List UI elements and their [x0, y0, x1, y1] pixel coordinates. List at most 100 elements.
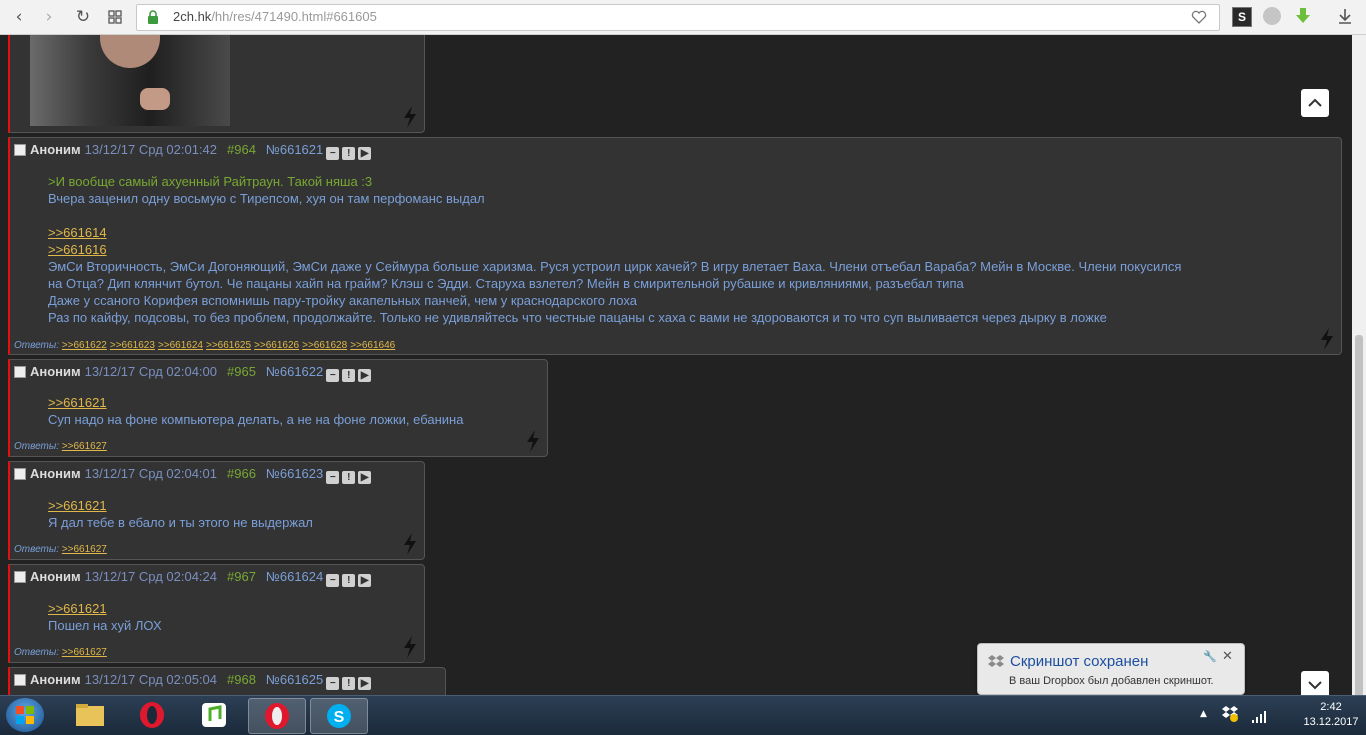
page-content: Аноним 13/12/17 Срд 02:01:42 #964 №661621−!… [0, 35, 1352, 695]
replies-list: Ответы: >>661627 [14, 441, 110, 452]
post-header: Аноним 13/12/17 Срд 02:04:24 #967 №661624−!… [30, 569, 372, 587]
apps-grid-icon[interactable] [104, 6, 126, 28]
dropbox-notification[interactable]: Скриншот сохранен В ваш Dropbox был доба… [977, 643, 1245, 695]
post: Аноним 13/12/17 Срд 02:05:04 #968 №661625−!… [8, 667, 446, 695]
close-icon[interactable]: ✕ [1222, 648, 1233, 664]
lightning-icon [1321, 328, 1333, 350]
post-author: Аноним [30, 364, 81, 379]
address-bar[interactable]: 2ch.hk/hh/res/471490.html#661605 [136, 4, 1220, 31]
hide-post-button[interactable]: − [326, 147, 340, 160]
reply-link[interactable]: >>661616 [48, 242, 107, 257]
reply-link[interactable]: >>661614 [48, 225, 107, 240]
post: Аноним 13/12/17 Срд 02:04:01 #966 №661623−!… [8, 461, 425, 560]
post-id[interactable]: №661625 [266, 672, 323, 687]
hide-post-button[interactable]: − [326, 471, 340, 484]
svg-text:S: S [334, 709, 345, 726]
post-body: >И вообще самый ахуенный Райтраун. Такой… [48, 173, 1181, 326]
reply-backlink[interactable]: >>661627 [62, 544, 107, 555]
chevron-down-icon [1308, 681, 1322, 690]
hide-post-button[interactable]: − [326, 677, 340, 690]
globe-icon[interactable] [1263, 7, 1281, 25]
settings-icon[interactable]: 🔧 [1203, 650, 1217, 663]
reply-backlink[interactable]: >>661628 [302, 340, 347, 351]
post-date: 13/12/17 Срд 02:04:00 [84, 364, 217, 379]
scrollbar-thumb[interactable] [1355, 335, 1363, 715]
post-id[interactable]: №661621 [266, 142, 323, 157]
play-post-button[interactable]: ▶ [358, 677, 372, 690]
reply-link[interactable]: >>661621 [48, 395, 107, 410]
scrollbar[interactable] [1352, 35, 1366, 715]
download-arrow-green-icon[interactable] [1294, 7, 1312, 25]
start-button[interactable] [6, 698, 44, 732]
report-post-button[interactable]: ! [342, 369, 356, 382]
taskbar: S ▲ 2:42 13.12.2017 [0, 695, 1366, 735]
lightning-icon [404, 106, 416, 128]
post-image[interactable] [30, 35, 230, 126]
extension-s-icon[interactable]: S [1232, 7, 1252, 27]
reply-backlink[interactable]: >>661624 [158, 340, 203, 351]
post-number: #964 [227, 142, 256, 157]
play-post-button[interactable]: ▶ [358, 574, 372, 587]
post-number: #967 [227, 569, 256, 584]
forward-arrow-icon[interactable]: › [38, 6, 60, 28]
post-checkbox[interactable] [14, 674, 26, 686]
play-post-button[interactable]: ▶ [358, 147, 372, 160]
post-body: >>661621 Суп надо на фоне компьютера дел… [48, 394, 463, 428]
scroll-down-button[interactable] [1301, 671, 1329, 695]
heart-icon[interactable] [1191, 10, 1207, 24]
text-line: ЭмСи Вторичность, ЭмСи Догоняющий, ЭмСи … [48, 259, 1182, 274]
clock-date: 13.12.2017 [1303, 716, 1359, 728]
reply-backlink[interactable]: >>661622 [62, 340, 107, 351]
hide-post-button[interactable]: − [326, 574, 340, 587]
reply-backlink[interactable]: >>661625 [206, 340, 251, 351]
network-signal-icon[interactable] [1252, 708, 1268, 727]
opera-active-taskbar-icon[interactable] [248, 698, 306, 734]
dropbox-tray-icon[interactable] [1222, 706, 1238, 722]
text-line: Я дал тебе в ебало и ты этого не выдержа… [48, 515, 313, 530]
reload-icon[interactable]: ↻ [72, 6, 94, 28]
report-post-button[interactable]: ! [342, 471, 356, 484]
post-id[interactable]: №661622 [266, 364, 323, 379]
post-body: >>661621 Пошел на хуй ЛОХ [48, 600, 162, 634]
post-date: 13/12/17 Срд 02:04:24 [84, 569, 217, 584]
post-header: Аноним 13/12/17 Срд 02:01:42 #964 №661621−!… [30, 142, 372, 160]
report-post-button[interactable]: ! [342, 574, 356, 587]
reply-backlink[interactable]: >>661627 [62, 441, 107, 452]
opera-taskbar-icon[interactable] [124, 698, 180, 732]
download-icon[interactable] [1337, 7, 1355, 25]
post-checkbox[interactable] [14, 366, 26, 378]
reply-backlink[interactable]: >>661623 [110, 340, 155, 351]
post-id[interactable]: №661623 [266, 466, 323, 481]
lightning-icon [404, 533, 416, 555]
post-header: Аноним 13/12/17 Срд 02:05:04 #968 №661625−!… [30, 672, 372, 690]
system-clock[interactable]: 2:42 13.12.2017 [1300, 700, 1362, 730]
url-text: 2ch.hk/hh/res/471490.html#661605 [173, 9, 377, 24]
music-player-taskbar-icon[interactable] [186, 698, 242, 732]
hide-post-button[interactable]: − [326, 369, 340, 382]
post-number: #966 [227, 466, 256, 481]
lock-icon [148, 10, 158, 24]
report-post-button[interactable]: ! [342, 147, 356, 160]
post-checkbox[interactable] [14, 468, 26, 480]
explorer-taskbar-icon[interactable] [62, 698, 118, 732]
post-checkbox[interactable] [14, 144, 26, 156]
play-post-button[interactable]: ▶ [358, 471, 372, 484]
post-id[interactable]: №661624 [266, 569, 323, 584]
report-post-button[interactable]: ! [342, 677, 356, 690]
post-body: >>661621 Я дал тебе в ебало и ты этого н… [48, 497, 313, 531]
post-checkbox[interactable] [14, 571, 26, 583]
skype-taskbar-icon[interactable]: S [310, 698, 368, 734]
reply-link[interactable]: >>661621 [48, 498, 107, 513]
reply-backlink[interactable]: >>661627 [62, 647, 107, 658]
post-date: 13/12/17 Срд 02:01:42 [84, 142, 217, 157]
scroll-up-button[interactable] [1301, 89, 1329, 117]
tray-expand-icon[interactable]: ▲ [1200, 709, 1207, 719]
back-arrow-icon[interactable]: ‹ [8, 6, 30, 28]
reply-backlink[interactable]: >>661646 [350, 340, 395, 351]
post-author: Аноним [30, 672, 81, 687]
reply-link[interactable]: >>661621 [48, 601, 107, 616]
reply-backlink[interactable]: >>661626 [254, 340, 299, 351]
play-post-button[interactable]: ▶ [358, 369, 372, 382]
post-author: Аноним [30, 569, 81, 584]
